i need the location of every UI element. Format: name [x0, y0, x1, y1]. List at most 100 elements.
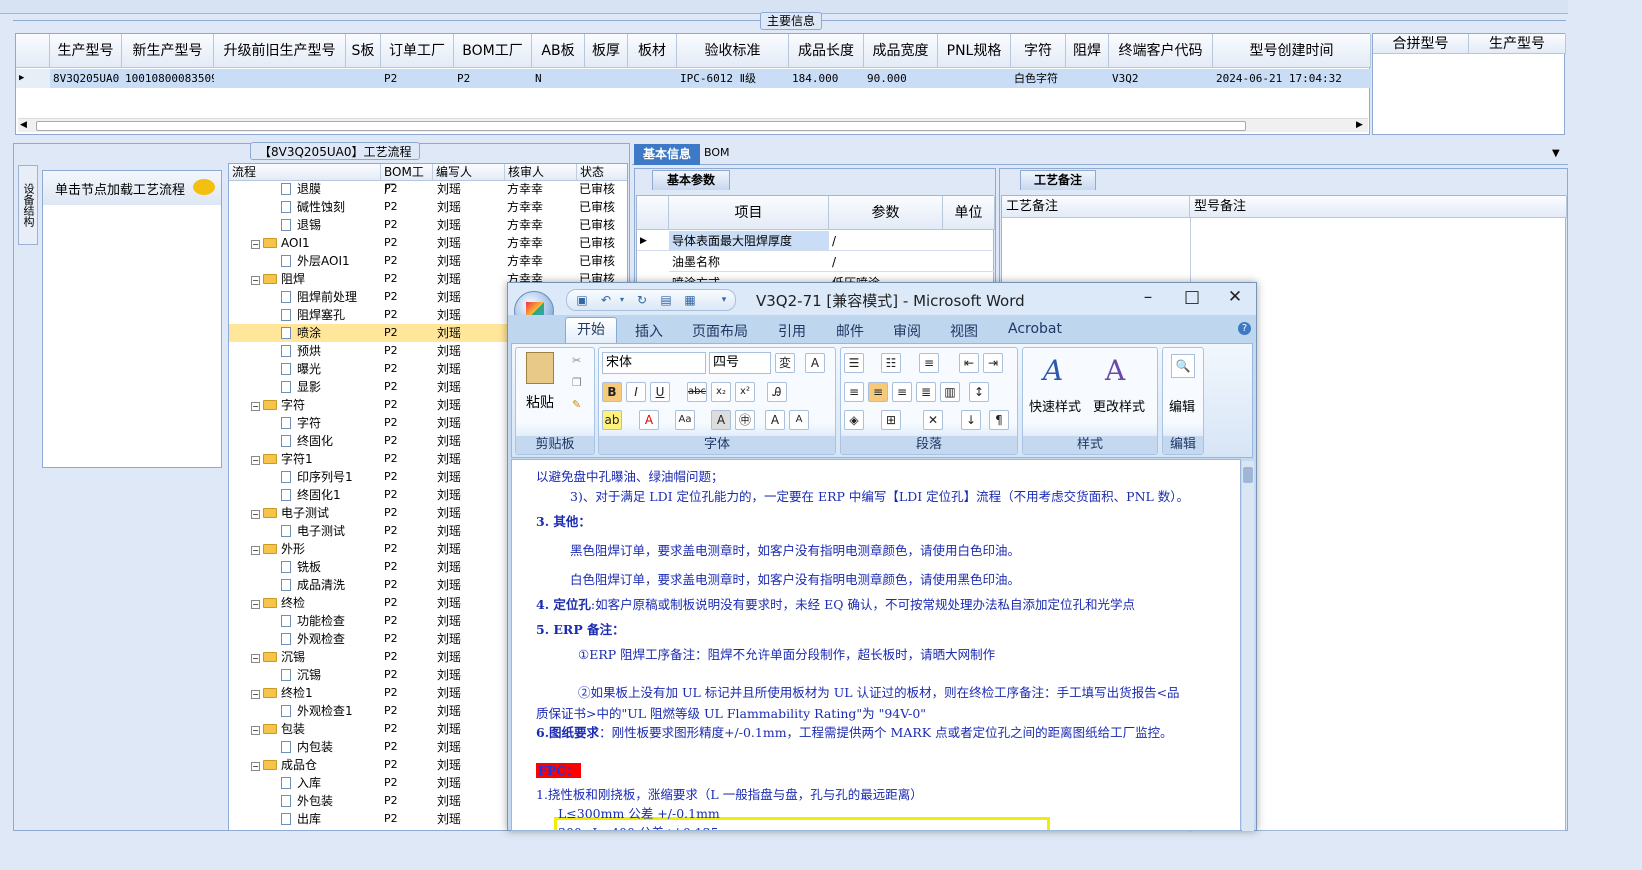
tree-node[interactable]: 内包装	[281, 738, 333, 756]
tree-node[interactable]: − 字符	[251, 396, 305, 414]
col-header[interactable]: 验收标准	[677, 34, 789, 68]
maximize-icon[interactable]: □	[1178, 287, 1206, 309]
grid-cell[interactable]: IPC-6012 Ⅱ级	[677, 69, 789, 88]
col-header[interactable]: 合拼型号	[1373, 34, 1469, 54]
quick-styles-icon[interactable]: A	[1043, 354, 1063, 387]
tree-node[interactable]: 退膜	[281, 180, 321, 198]
grid-cell[interactable]: V3Q2	[1109, 69, 1213, 88]
doc-line[interactable]: 3)、对于满足 LDI 定位孔能力的，一定要在 ERP 中编写【LDI 定位孔】…	[570, 486, 1189, 505]
shading-icon[interactable]: ◈	[844, 410, 864, 430]
format-painter-icon[interactable]: ✎	[572, 398, 581, 411]
tree-node[interactable]: 阻焊塞孔	[281, 306, 345, 324]
tree-node[interactable]: − 外形	[251, 540, 305, 558]
grid-cell[interactable]: 2024-06-21 17:04:32	[1213, 69, 1371, 88]
tree-node[interactable]: 成品清洗	[281, 576, 345, 594]
col-header[interactable]: PNL规格	[938, 34, 1011, 68]
chevron-down-icon[interactable]: ▾	[615, 293, 629, 307]
tree-col-header[interactable]: 流程	[229, 164, 381, 181]
tree-node[interactable]: − AOI1	[251, 234, 310, 252]
paste-icon[interactable]	[526, 352, 554, 384]
col-header[interactable]: 板厚	[585, 34, 628, 68]
quick-styles-button[interactable]: 快速样式	[1029, 396, 1081, 415]
doc-line[interactable]: ②如果板上没有加 UL 标记并且所使用板材为 UL 认证过的板材，则在终检工序备…	[578, 682, 1180, 701]
doc-line[interactable]: 黑色阻焊订单，要求盖电测章时，如客户没有指明电测章颜色，请使用白色印油。	[570, 540, 1020, 559]
tree-col-header[interactable]: 状态	[577, 164, 627, 181]
tree-col-header[interactable]: BOM工厂	[381, 164, 433, 196]
tab-bom[interactable]: BOM	[704, 146, 730, 159]
tab-review[interactable]: 审阅	[893, 321, 921, 341]
increase-indent-icon[interactable]: ⇥	[983, 353, 1003, 373]
tree-node[interactable]: − 沉锡	[251, 648, 305, 666]
font-name-select[interactable]: 宋体	[602, 352, 706, 374]
edit-button[interactable]: 编辑	[1169, 396, 1195, 415]
tree-row[interactable]: 退锡 P2 刘瑶 方幸幸 已审核	[229, 216, 627, 234]
tree-node[interactable]: 铣板	[281, 558, 321, 576]
tree-row[interactable]: 碱性蚀刻 P2 刘瑶 方幸幸 已审核	[229, 198, 627, 216]
tree-node[interactable]: 预烘	[281, 342, 321, 360]
distributed-icon[interactable]: ▥	[940, 382, 960, 402]
font-color-icon[interactable]: A	[639, 410, 659, 430]
collapse-icon[interactable]: −	[251, 762, 260, 771]
tree-node[interactable]: − 成品仓	[251, 756, 317, 774]
copy-icon[interactable]: ❐	[572, 376, 582, 389]
doc-line[interactable]: 300≤L≤400 公差+/-0.125	[558, 822, 719, 830]
col-header[interactable]: 升级前旧生产型号	[214, 34, 346, 68]
col-header[interactable]: 阻焊	[1066, 34, 1109, 68]
col-header[interactable]: 型号备注	[1190, 196, 1567, 218]
grow-font-icon[interactable]: A	[765, 410, 785, 430]
tree-node[interactable]: 外观检查	[281, 630, 345, 648]
tree-col-header[interactable]: 核审人	[505, 164, 577, 181]
device-structure-tab[interactable]: 设备结构	[18, 165, 38, 245]
scroll-right-icon[interactable]: ▶	[1356, 120, 1363, 130]
grid-cell[interactable]: P2	[454, 69, 532, 88]
tree-node[interactable]: − 电子测试	[251, 504, 329, 522]
col-header[interactable]: 参数	[829, 196, 943, 230]
borders-icon[interactable]: ⊞	[881, 410, 901, 430]
grid-cell[interactable]: 8V3Q205UA0	[50, 69, 122, 88]
tab-page-layout[interactable]: 页面布局	[692, 321, 748, 341]
decrease-indent-icon[interactable]: ⇤	[959, 353, 979, 373]
tree-node[interactable]: 曝光	[281, 360, 321, 378]
collapse-icon[interactable]: −	[251, 510, 260, 519]
tab-basic-info[interactable]: 基本信息	[634, 144, 700, 165]
grid-cell[interactable]: P2	[381, 69, 454, 88]
doc-line[interactable]: 1.挠性板和刚挠板，涨缩要求（L 一般指盘与盘，孔与孔的最远距离）	[536, 784, 923, 803]
col-header[interactable]: 字符	[1011, 34, 1066, 68]
align-center-icon[interactable]: ≡	[868, 382, 888, 402]
param-value[interactable]: /	[829, 231, 943, 251]
col-header[interactable]: 生产型号	[50, 34, 122, 68]
tree-node[interactable]: 电子测试	[281, 522, 345, 540]
tree-node[interactable]: 阻焊前处理	[281, 288, 357, 306]
highlight-icon[interactable]: ab	[602, 410, 622, 430]
param-unit[interactable]	[943, 231, 995, 251]
col-header[interactable]: 新生产型号	[122, 34, 214, 68]
tree-node[interactable]: 退锡	[281, 216, 321, 234]
col-header[interactable]: BOM工厂	[454, 34, 532, 68]
clear-format-icon[interactable]: Ꭿ	[767, 382, 787, 402]
col-header[interactable]: 项目	[669, 196, 829, 230]
enclose-char-icon[interactable]: ㊥	[735, 410, 755, 430]
tree-node[interactable]: 终固化1	[281, 486, 341, 504]
numbering-icon[interactable]: ☷	[881, 353, 901, 373]
grid-cell[interactable]	[214, 69, 346, 88]
grid-cell[interactable]: 白色字符	[1011, 69, 1066, 88]
col-header[interactable]: 终端客户代码	[1109, 34, 1213, 68]
merge-model-grid[interactable]: 合拼型号 生产型号	[1372, 33, 1566, 135]
tree-node[interactable]: 外层AOI1	[281, 252, 350, 270]
doc-line[interactable]: FPC：	[536, 760, 581, 779]
document-scrollbar[interactable]	[1242, 461, 1254, 831]
grid-cell[interactable]: 184.000	[789, 69, 864, 88]
doc-line[interactable]: 以避免盘中孔曝油、绿油帽问题；	[536, 466, 724, 485]
col-header[interactable]: 单位	[943, 196, 995, 230]
show-marks-icon[interactable]: ¶	[989, 410, 1009, 430]
tree-node[interactable]: 喷涂	[281, 324, 321, 342]
tree-node[interactable]: 显影	[281, 378, 321, 396]
collapse-icon[interactable]: −	[251, 240, 260, 249]
print-preview-icon[interactable]: ▦	[683, 293, 697, 307]
close-icon[interactable]: ✕	[1221, 287, 1249, 309]
help-icon[interactable]: ?	[1238, 322, 1251, 335]
collapse-icon[interactable]: −	[251, 600, 260, 609]
redo-icon[interactable]: ↻	[635, 293, 649, 307]
shrink-font-icon[interactable]: A	[789, 410, 809, 430]
word-window[interactable]: ▣ ↶ ▾ ↻ ▤ ▦ ▾ V3Q2-71 [兼容模式] - Microsoft…	[507, 282, 1257, 831]
